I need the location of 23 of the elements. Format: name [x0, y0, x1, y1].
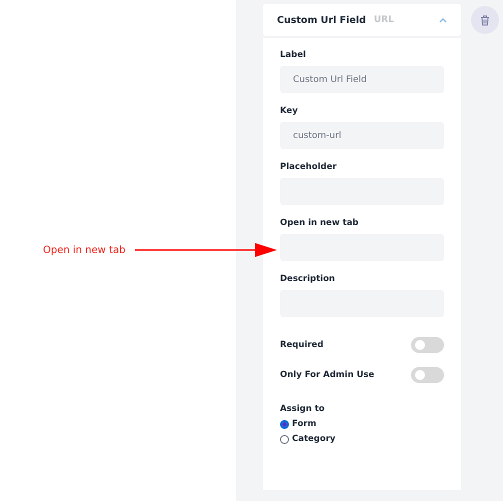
type-label: URL — [374, 15, 394, 25]
trash-icon — [480, 14, 490, 26]
field-label: Label — [280, 50, 307, 60]
field-label: Key — [280, 106, 299, 116]
field-label: Open in new tab — [280, 218, 360, 228]
input-field[interactable]: Custom Url Field — [280, 66, 444, 93]
radio-button[interactable] — [280, 434, 289, 444]
field-label: Description — [280, 274, 336, 284]
radio-label: Form — [292, 419, 316, 429]
toggle-switch[interactable] — [411, 337, 444, 353]
field-label: Placeholder — [280, 162, 338, 172]
delete-button[interactable] — [471, 6, 499, 34]
radio-label: Category — [292, 434, 336, 444]
card-header[interactable]: Custom Url Field URL — [263, 4, 461, 36]
annotation-text: Open in new tab — [43, 244, 126, 256]
radio-button[interactable] — [280, 420, 289, 428]
input-field[interactable]: custom-url — [280, 122, 444, 149]
caret-icon[interactable] — [439, 17, 447, 23]
toggle-label: Required — [280, 340, 324, 350]
toggle-label: Only For Admin Use — [280, 370, 374, 380]
assign-label: Assign to — [280, 404, 326, 414]
toggle-switch[interactable] — [411, 367, 444, 383]
field-title: Custom Url Field — [277, 14, 366, 26]
